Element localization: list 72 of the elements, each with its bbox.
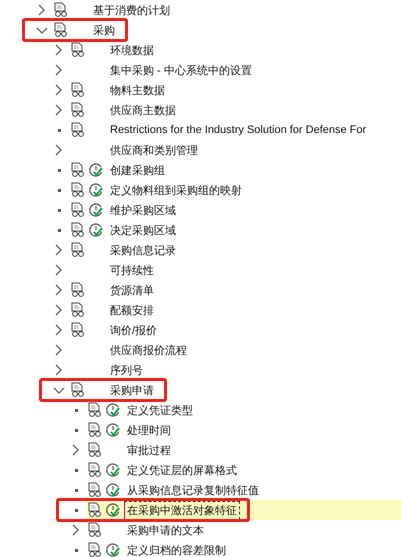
clock-check-icon[interactable] (105, 402, 121, 418)
bullet-icon (74, 428, 78, 432)
document-glasses-icon[interactable] (87, 422, 103, 438)
clock-check-icon[interactable] (88, 222, 104, 238)
tree-item-label[interactable]: 配额安排 (107, 300, 157, 320)
bullet-icon (58, 208, 60, 212)
document-glasses-icon[interactable] (87, 402, 103, 418)
document-glasses-icon[interactable] (70, 162, 86, 178)
tree-item-label[interactable]: 序列号 (107, 360, 146, 380)
bullet-icon (58, 128, 60, 132)
tree-item-label[interactable]: 定义物料组到采购组的映射 (107, 180, 245, 200)
document-glasses-icon[interactable] (87, 462, 103, 478)
document-glasses-icon[interactable] (70, 242, 86, 258)
document-glasses-icon[interactable] (70, 122, 86, 138)
document-glasses-icon[interactable] (70, 202, 86, 218)
tree-item-label[interactable]: 定义凭证层的屏幕格式 (124, 460, 240, 480)
document-glasses-icon[interactable] (70, 302, 86, 318)
document-glasses-icon[interactable] (70, 42, 86, 58)
document-glasses-icon[interactable] (87, 522, 103, 538)
tree-item-label[interactable]: 询价/报价 (107, 320, 160, 340)
tree-item-label[interactable]: 处理时间 (124, 420, 174, 440)
document-glasses-icon[interactable] (87, 442, 103, 458)
tree-item-label[interactable]: 定义归档的容差限制 (124, 540, 229, 557)
clock-check-icon[interactable] (88, 182, 104, 198)
clock-check-icon[interactable] (88, 162, 104, 178)
tree-item-label[interactable]: 创建采购组 (107, 160, 168, 180)
tree-item-label[interactable]: 货源清单 (107, 280, 157, 300)
tree-item-label[interactable]: 采购信息记录 (107, 240, 179, 260)
clock-check-icon[interactable] (105, 502, 121, 518)
tree-item-label[interactable]: 供应商和类别管理 (107, 140, 201, 160)
tree-item-label[interactable]: 维护采购区域 (107, 200, 179, 220)
tree-item-label[interactable]: 采购申请 (107, 380, 157, 400)
document-glasses-icon[interactable] (70, 102, 86, 118)
tree-item-label[interactable]: 供应商主数据 (107, 100, 179, 120)
document-glasses-icon[interactable] (87, 482, 103, 498)
bullet-icon (74, 548, 78, 552)
bullet-icon (58, 188, 60, 192)
bullet-icon (74, 488, 78, 492)
tree-item-label[interactable]: 审批过程 (124, 440, 174, 460)
tree-item-label[interactable]: 可持续性 (107, 260, 157, 280)
document-glasses-icon[interactable] (70, 322, 86, 338)
tree-item-label[interactable]: Restrictions for the Industry Solution for Defense For (107, 122, 370, 138)
document-glasses-icon[interactable] (70, 222, 86, 238)
bullet-icon (74, 408, 78, 412)
document-glasses-icon[interactable] (70, 282, 86, 298)
bullet-icon (74, 468, 78, 472)
clock-check-icon[interactable] (105, 422, 121, 438)
tree-item-label[interactable]: 环境数据 (107, 40, 157, 60)
document-glasses-icon[interactable] (70, 182, 86, 198)
tree-item-label[interactable]: 供应商报价流程 (107, 340, 190, 360)
clock-check-icon[interactable] (105, 542, 121, 557)
tree-item-label[interactable]: 集中采购 - 中心系统中的设置 (107, 60, 255, 80)
bullet-icon (58, 168, 60, 172)
document-glasses-icon[interactable] (70, 82, 86, 98)
clock-check-icon[interactable] (88, 202, 104, 218)
tree-item-label[interactable]: 采购 (90, 20, 118, 40)
document-glasses-icon[interactable] (53, 2, 69, 18)
tree-item-label[interactable]: 定义凭证类型 (124, 400, 196, 420)
tree-item-label[interactable]: 决定采购区域 (107, 220, 179, 240)
tree-item-label[interactable]: 基于消费的计划 (90, 0, 173, 20)
document-glasses-icon[interactable] (87, 502, 103, 518)
document-glasses-icon[interactable] (53, 22, 69, 38)
document-glasses-icon[interactable] (87, 542, 103, 557)
tree-item-label[interactable]: 在采购中激活对象特征 (124, 500, 240, 520)
tree-item-label[interactable]: 采购申请的文本 (124, 520, 207, 540)
bullet-icon (74, 508, 78, 512)
bullet-icon (58, 228, 60, 232)
tree-item-label[interactable]: 从采购信息记录复制特征值 (124, 480, 262, 500)
tree-item-label[interactable]: 物料主数据 (107, 80, 168, 100)
clock-check-icon[interactable] (105, 462, 121, 478)
document-glasses-icon[interactable] (70, 382, 86, 398)
clock-check-icon[interactable] (105, 482, 121, 498)
